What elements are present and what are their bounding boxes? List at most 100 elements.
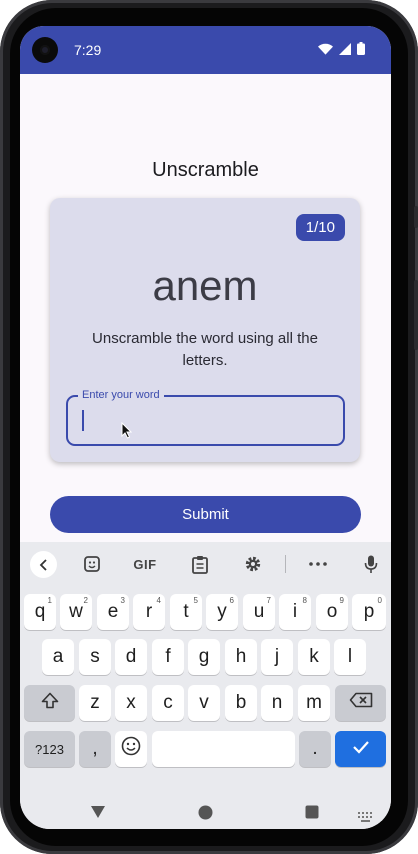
navigation-bar xyxy=(20,797,391,829)
key-label: f xyxy=(165,646,171,667)
key-label: i xyxy=(292,601,298,622)
key-a[interactable]: a xyxy=(42,639,74,675)
recents-square-icon[interactable] xyxy=(305,805,319,824)
key-u[interactable]: u7 xyxy=(243,594,275,630)
emoji-key[interactable] xyxy=(115,731,147,767)
key-hint: 3 xyxy=(120,596,125,605)
key-o[interactable]: o9 xyxy=(316,594,348,630)
keyboard-toolbar: GIF xyxy=(20,542,391,586)
key-label: p xyxy=(363,601,375,622)
key-p[interactable]: p0 xyxy=(352,594,386,630)
enter-key[interactable] xyxy=(335,731,386,767)
key-hint: 5 xyxy=(193,596,198,605)
backspace-icon xyxy=(349,692,373,714)
key-label: l xyxy=(347,646,353,667)
more-icon[interactable] xyxy=(307,551,329,577)
volume-button xyxy=(414,280,418,350)
sticker-icon[interactable] xyxy=(82,551,102,577)
key-k[interactable]: k xyxy=(298,639,330,675)
gear-icon[interactable] xyxy=(242,551,264,577)
key-s[interactable]: s xyxy=(79,639,111,675)
key-r[interactable]: r4 xyxy=(133,594,165,630)
key-label: s xyxy=(90,646,100,667)
key-hint: 1 xyxy=(47,596,52,605)
key-label: g xyxy=(198,646,210,667)
key-label: u xyxy=(253,601,265,622)
key-l[interactable]: l xyxy=(334,639,366,675)
comma-key-label: , xyxy=(92,738,98,759)
toolbar-divider xyxy=(285,555,286,573)
status-time: 7:29 xyxy=(74,42,102,58)
screen: 7:29 Unscramble 1/10 anem Unscramble the… xyxy=(20,26,391,829)
home-circle-icon[interactable] xyxy=(198,805,213,825)
word-input-label: Enter your word xyxy=(78,388,164,402)
key-label: j xyxy=(274,646,280,667)
key-label: w xyxy=(69,601,83,622)
key-c[interactable]: c xyxy=(152,685,184,721)
status-bar: 7:29 xyxy=(20,26,391,74)
game-card: 1/10 anem Unscramble the word using all … xyxy=(50,198,360,462)
shift-key[interactable] xyxy=(24,685,75,721)
key-label: q xyxy=(34,601,46,622)
key-label: x xyxy=(126,692,136,713)
page-title: Unscramble xyxy=(152,159,259,181)
key-q[interactable]: q1 xyxy=(24,594,56,630)
key-label: a xyxy=(52,646,64,667)
status-icons xyxy=(318,42,365,60)
key-label: k xyxy=(309,646,319,667)
submit-button[interactable]: Submit xyxy=(50,496,361,533)
shift-icon xyxy=(41,692,59,715)
key-j[interactable]: j xyxy=(261,639,293,675)
key-f[interactable]: f xyxy=(152,639,184,675)
key-label: o xyxy=(326,601,338,622)
key-b[interactable]: b xyxy=(225,685,257,721)
word-counter-badge: 1/10 xyxy=(295,214,345,241)
signal-icon xyxy=(339,42,351,60)
key-hint: 2 xyxy=(83,596,88,605)
key-y[interactable]: y6 xyxy=(206,594,238,630)
key-label: m xyxy=(306,692,322,713)
key-h[interactable]: h xyxy=(225,639,257,675)
key-e[interactable]: e3 xyxy=(97,594,129,630)
key-hint: 7 xyxy=(266,596,271,605)
key-i[interactable]: i8 xyxy=(279,594,311,630)
symbols-key[interactable]: ?123 xyxy=(24,731,75,767)
key-hint: 0 xyxy=(377,596,382,605)
key-label: d xyxy=(125,646,137,667)
keyboard-switch-icon[interactable] xyxy=(358,809,374,827)
backspace-key[interactable] xyxy=(335,685,386,721)
instructions-text: Unscramble the word using all the letter… xyxy=(92,330,318,369)
back-icon[interactable] xyxy=(30,551,57,578)
back-triangle-icon[interactable] xyxy=(90,805,106,824)
key-hint: 6 xyxy=(229,596,234,605)
text-caret xyxy=(82,410,84,431)
key-label: z xyxy=(90,692,100,713)
key-label: t xyxy=(183,601,189,622)
battery-icon xyxy=(357,42,365,60)
key-z[interactable]: z xyxy=(79,685,111,721)
mic-icon[interactable] xyxy=(361,551,381,577)
word-input-field[interactable]: Enter your word xyxy=(66,388,345,446)
key-m[interactable]: m xyxy=(298,685,330,721)
period-key[interactable]: . xyxy=(299,731,331,767)
key-label: v xyxy=(199,692,209,713)
key-hint: 8 xyxy=(302,596,307,605)
clipboard-icon[interactable] xyxy=(190,551,210,577)
camera-cutout xyxy=(32,37,58,63)
key-label: n xyxy=(271,692,283,713)
symbols-key-label: ?123 xyxy=(35,741,64,757)
space-key[interactable] xyxy=(152,731,295,767)
key-t[interactable]: t5 xyxy=(170,594,202,630)
key-v[interactable]: v xyxy=(188,685,220,721)
key-d[interactable]: d xyxy=(115,639,147,675)
key-x[interactable]: x xyxy=(115,685,147,721)
key-label: r xyxy=(145,601,153,622)
key-label: b xyxy=(235,692,247,713)
gif-button[interactable]: GIF xyxy=(130,551,160,577)
comma-key[interactable]: , xyxy=(79,731,111,767)
key-w[interactable]: w2 xyxy=(60,594,92,630)
key-n[interactable]: n xyxy=(261,685,293,721)
key-g[interactable]: g xyxy=(188,639,220,675)
emoji-icon xyxy=(121,736,141,762)
scrambled-word: anem xyxy=(152,262,258,309)
